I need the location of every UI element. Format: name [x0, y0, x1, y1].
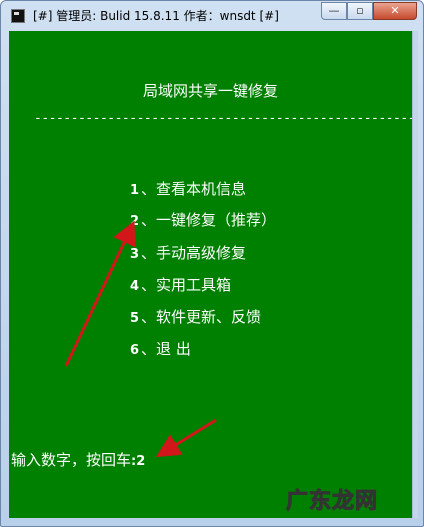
menu-item-label: 、手动高级修复: [141, 244, 247, 262]
minimize-button[interactable]: —: [321, 2, 347, 20]
console-app-icon: [11, 9, 25, 23]
menu-item-number: 3: [130, 247, 140, 262]
menu-item-number: 6: [130, 343, 140, 358]
menu-item-1: 1 、查看本机信息: [130, 178, 246, 199]
scrollbar-thumb[interactable]: [413, 31, 418, 518]
menu-item-4: 4 、实用工具箱: [130, 274, 231, 295]
console-window: [#] 管理员: Bulid 15.8.11 作者：wnsdt [#] — ▫ …: [0, 0, 424, 527]
maximize-button[interactable]: ▫: [347, 2, 373, 20]
menu-item-6: 6 、退 出: [130, 338, 191, 359]
close-button[interactable]: ✕: [373, 2, 417, 20]
menu-item-label: 、软件更新、反馈: [141, 308, 262, 326]
menu-item-number: 1: [130, 183, 140, 198]
watermark-text: 广东龙网: [285, 489, 379, 515]
menu-item-3: 3 、手动高级修复: [130, 242, 246, 263]
menu-item-number: 5: [130, 311, 140, 326]
prompt-input-value[interactable]: :2: [131, 454, 145, 469]
prompt-label: 输入数字，按回车: [11, 451, 132, 469]
menu-item-number: 2: [130, 214, 140, 229]
menu-item-number: 4: [130, 279, 140, 294]
menu-item-2: 2 、一键修复（推荐）: [130, 209, 276, 230]
console-area[interactable]: 局域网共享一键修复 ------------------------------…: [9, 31, 412, 518]
title-bar[interactable]: [#] 管理员: Bulid 15.8.11 作者：wnsdt [#] — ▫ …: [1, 1, 423, 31]
menu-item-label: 、查看本机信息: [141, 180, 247, 198]
window-title: [#] 管理员: Bulid 15.8.11 作者：wnsdt [#]: [33, 9, 279, 23]
vertical-scrollbar[interactable]: [412, 31, 418, 518]
window-controls: — ▫ ✕: [321, 2, 417, 20]
console-divider: ----------------------------------------…: [34, 111, 412, 126]
menu-item-label: 、退 出: [141, 340, 191, 358]
menu-item-label: 、一键修复（推荐）: [141, 211, 277, 229]
menu-item-label: 、实用工具箱: [141, 276, 232, 294]
input-prompt[interactable]: 输入数字，按回车:2: [11, 449, 145, 470]
menu-item-5: 5 、软件更新、反馈: [130, 306, 261, 327]
console-heading: 局域网共享一键修复: [142, 82, 278, 100]
